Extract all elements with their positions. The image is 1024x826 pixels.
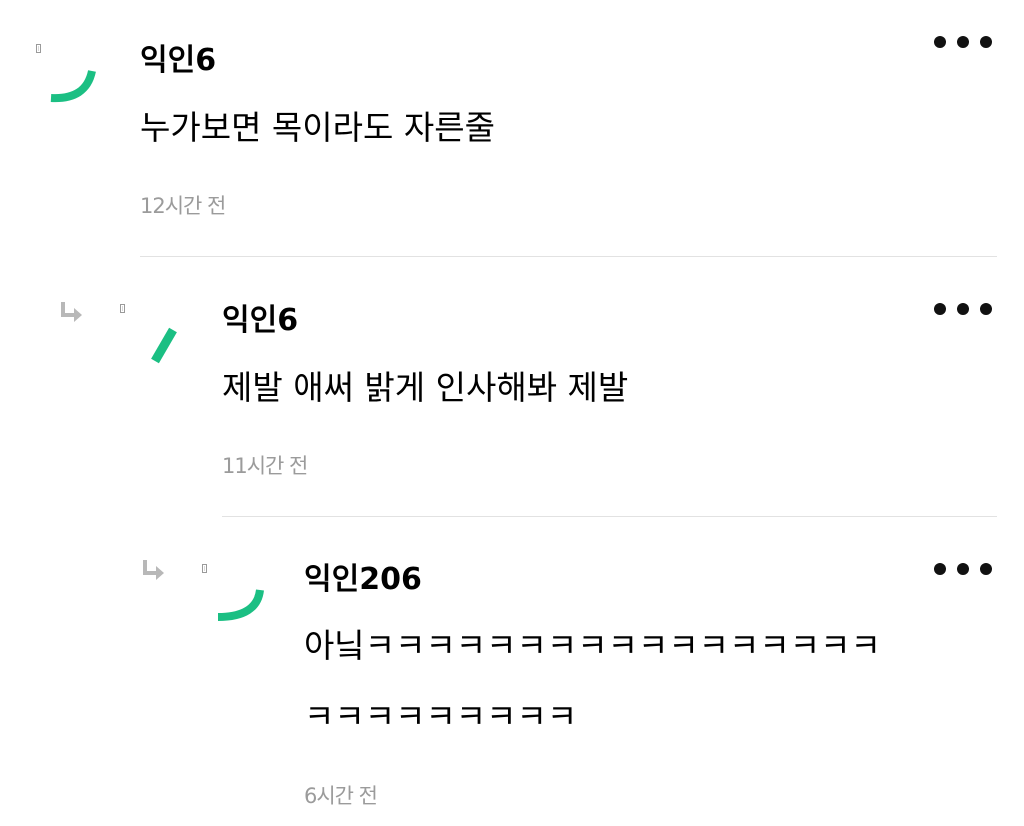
comment-text-line-1: 아닠ㅋㅋㅋㅋㅋㅋㅋㅋㅋㅋㅋㅋㅋㅋㅋㅋㅋ [304, 626, 881, 665]
avatar-icon[interactable] [210, 574, 270, 634]
comment-author[interactable]: 익인206 [304, 563, 422, 597]
more-options-button[interactable] [932, 557, 994, 581]
reply-arrow-icon [143, 560, 164, 580]
comment-time: 6시간 전 [304, 784, 378, 808]
broken-image-icon [202, 564, 207, 573]
comment-text-line-2: ㅋㅋㅋㅋㅋㅋㅋㅋㅋ [304, 697, 578, 736]
reply-comment-item: 익인206 아닠ㅋㅋㅋㅋㅋㅋㅋㅋㅋㅋㅋㅋㅋㅋㅋㅋㅋ ㅋㅋㅋㅋㅋㅋㅋㅋㅋ 6시간 … [0, 0, 1024, 826]
